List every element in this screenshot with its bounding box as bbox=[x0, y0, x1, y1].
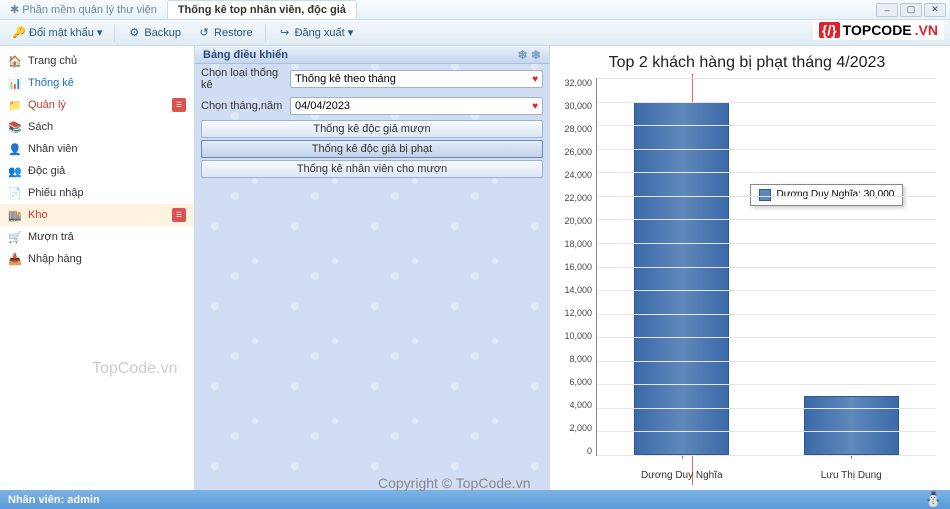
sidebar-icon: 📚 bbox=[8, 120, 22, 134]
type-label: Chọn loại thống kê bbox=[201, 67, 286, 91]
logout-icon: ↪ bbox=[278, 26, 292, 40]
sidebar-item-0[interactable]: 🏠 Trang chủ bbox=[0, 50, 194, 72]
stat-readers-borrow-button[interactable]: Thống kê độc giả mượn bbox=[201, 120, 543, 138]
y-tick: 18,000 bbox=[564, 239, 592, 249]
sidebar-item-label: Thống kê bbox=[28, 77, 74, 89]
snowflake-icon: ❄ ❄ bbox=[518, 48, 541, 62]
logout-button[interactable]: ↪Đăng xuất ▾ bbox=[272, 24, 360, 42]
pdf-badge: ☰ bbox=[172, 208, 186, 222]
sidebar-icon: 📊 bbox=[8, 76, 22, 90]
backup-button[interactable]: ⚙Backup bbox=[121, 24, 187, 42]
topcode-logo: {/}TOPCODE.VN bbox=[813, 20, 944, 40]
x-label: Dương Duy Nghĩa bbox=[641, 470, 723, 481]
snowman-icon: ⛄ bbox=[925, 491, 942, 508]
sidebar-icon: 📥 bbox=[8, 252, 22, 266]
sidebar-item-6[interactable]: 📄 Phiếu nhập bbox=[0, 182, 194, 204]
sidebar-icon: 👤 bbox=[8, 142, 22, 156]
sidebar-item-label: Sách bbox=[28, 121, 53, 133]
sidebar-item-label: Độc giả bbox=[28, 165, 65, 177]
heart-icon: ♥ bbox=[532, 101, 538, 112]
pdf-badge: ☰ bbox=[172, 98, 186, 112]
y-tick: 10,000 bbox=[564, 331, 592, 341]
y-tick: 16,000 bbox=[564, 262, 592, 272]
y-tick: 30,000 bbox=[564, 101, 592, 111]
x-label: Lưu Thị Dung bbox=[821, 470, 882, 481]
stat-type-combo[interactable]: Thống kê theo tháng♥ bbox=[290, 70, 543, 88]
month-label: Chọn tháng,năm bbox=[201, 100, 286, 112]
panel-header: Bảng điều khiển❄ ❄ bbox=[195, 46, 549, 64]
y-tick: 6,000 bbox=[569, 377, 592, 387]
y-tick: 22,000 bbox=[564, 193, 592, 203]
sidebar-item-label: Trang chủ bbox=[28, 55, 77, 67]
stat-readers-fine-button[interactable]: Thống kê độc giả bị phạt bbox=[201, 140, 543, 158]
y-tick: 4,000 bbox=[569, 400, 592, 410]
status-user: Nhân viên: admin bbox=[8, 494, 100, 506]
month-picker[interactable]: 04/04/2023♥ bbox=[290, 97, 543, 115]
key-icon: 🔑 bbox=[12, 26, 26, 40]
min-button[interactable]: – bbox=[876, 3, 898, 17]
tab-active[interactable]: Thống kê top nhân viên, độc giả bbox=[167, 0, 357, 19]
y-tick: 12,000 bbox=[564, 308, 592, 318]
sidebar-item-7[interactable]: 🏬 Kho ☰ bbox=[0, 204, 194, 226]
chart-tooltip: Dương Duy Nghĩa: 30,000 bbox=[750, 184, 904, 206]
sidebar-icon: 📁 bbox=[8, 98, 22, 112]
sidebar-item-2[interactable]: 📁 Quản lý ☰ bbox=[0, 94, 194, 116]
legend-swatch bbox=[759, 189, 771, 201]
y-tick: 8,000 bbox=[569, 354, 592, 364]
y-tick: 28,000 bbox=[564, 124, 592, 134]
status-bar: Nhân viên: admin ⛄ bbox=[0, 490, 950, 509]
sidebar-icon: 👥 bbox=[8, 164, 22, 178]
control-panel: Bảng điều khiển❄ ❄ Chọn loại thống kê Th… bbox=[195, 46, 550, 490]
sidebar-icon: 🛒 bbox=[8, 230, 22, 244]
sidebar-item-label: Mượn trả bbox=[28, 231, 74, 243]
sidebar-icon: 📄 bbox=[8, 186, 22, 200]
y-tick: 0 bbox=[587, 446, 592, 456]
max-button[interactable]: ▢ bbox=[900, 3, 922, 17]
chart-title: Top 2 khách hàng bị phạt tháng 4/2023 bbox=[558, 54, 936, 72]
y-tick: 26,000 bbox=[564, 147, 592, 157]
y-axis: 32,000 30,000 28,000 26,000 24,000 22,000 20,0… bbox=[558, 78, 596, 486]
restore-icon: ↺ bbox=[197, 26, 211, 40]
sidebar-item-5[interactable]: 👥 Độc giả bbox=[0, 160, 194, 182]
bar[interactable] bbox=[634, 102, 729, 455]
y-tick: 24,000 bbox=[564, 170, 592, 180]
sidebar-item-4[interactable]: 👤 Nhân viên bbox=[0, 138, 194, 160]
sidebar-item-8[interactable]: 🛒 Mượn trả bbox=[0, 226, 194, 248]
sidebar-item-label: Phiếu nhập bbox=[28, 187, 84, 199]
sidebar-item-3[interactable]: 📚 Sách bbox=[0, 116, 194, 138]
restore-button[interactable]: ↺Restore bbox=[191, 24, 259, 42]
sidebar: 🏠 Trang chủ 📊 Thống kê 📁 Quản lý ☰ 📚 Sách 👤 Nhân v… bbox=[0, 46, 195, 490]
sidebar-icon: 🏠 bbox=[8, 54, 22, 68]
sidebar-item-label: Nhập hàng bbox=[28, 253, 82, 265]
sidebar-item-label: Quản lý bbox=[28, 99, 66, 111]
y-tick: 32,000 bbox=[564, 78, 592, 88]
heart-icon: ♥ bbox=[532, 74, 538, 85]
y-tick: 20,000 bbox=[564, 216, 592, 226]
sidebar-icon: 🏬 bbox=[8, 208, 22, 222]
sidebar-item-1[interactable]: 📊 Thống kê bbox=[0, 72, 194, 94]
y-tick: 14,000 bbox=[564, 285, 592, 295]
gear-icon: ⚙ bbox=[127, 26, 141, 40]
sidebar-item-label: Kho bbox=[28, 209, 48, 221]
plot-area: Dương Duy NghĩaLưu Thị Dung Dương Duy Ng… bbox=[596, 78, 936, 456]
stat-staff-lend-button[interactable]: Thống kê nhân viên cho mượn bbox=[201, 160, 543, 178]
sidebar-item-9[interactable]: 📥 Nhập hàng bbox=[0, 248, 194, 270]
change-password-button[interactable]: 🔑Đổi mật khẩu ▾ bbox=[6, 24, 108, 42]
sidebar-item-label: Nhân viên bbox=[28, 143, 78, 155]
bar[interactable] bbox=[804, 396, 899, 455]
y-tick: 2,000 bbox=[569, 423, 592, 433]
close-button[interactable]: ✕ bbox=[924, 3, 946, 17]
tab-app-name[interactable]: ✱ Phần mềm quản lý thư viện bbox=[0, 0, 167, 19]
chart-pane: Top 2 khách hàng bị phạt tháng 4/2023 32… bbox=[550, 46, 950, 490]
